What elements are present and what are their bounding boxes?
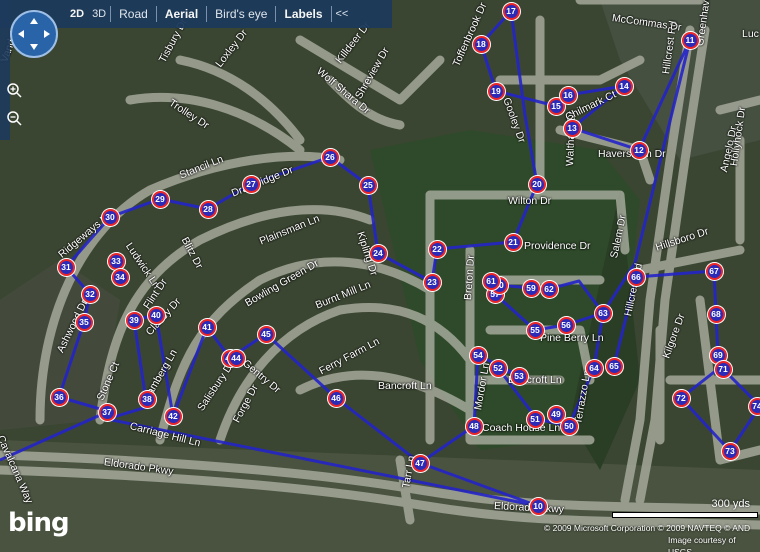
route-stop-pin[interactable]: 12 <box>630 141 648 159</box>
route-stop-pin[interactable]: 40 <box>147 306 165 324</box>
pan-arrows-icon <box>18 18 50 50</box>
bing-logo: bing <box>8 508 70 538</box>
labels-toggle[interactable]: Labels <box>276 7 330 21</box>
route-stop-pin[interactable]: 72 <box>672 389 690 407</box>
route-stop-pin[interactable]: 49 <box>547 405 565 423</box>
route-stop-pin[interactable]: 68 <box>707 305 725 323</box>
route-stop-pin[interactable]: 36 <box>50 388 68 406</box>
route-stop-pin[interactable]: 46 <box>327 389 345 407</box>
route-stop-pin[interactable]: 26 <box>321 148 339 166</box>
route-stop-pin[interactable]: 53 <box>510 367 528 385</box>
route-stop-pin[interactable]: 64 <box>585 359 603 377</box>
route-stop-pin[interactable]: 30 <box>101 208 119 226</box>
route-stop-pin[interactable]: 51 <box>526 410 544 428</box>
route-stop-pin[interactable]: 39 <box>125 311 143 329</box>
route-stop-pin[interactable]: 42 <box>164 407 182 425</box>
collapse-toolbar-button[interactable]: << <box>332 8 353 20</box>
route-stop-pin[interactable]: 10 <box>529 497 547 515</box>
view-3d-button[interactable]: 3D <box>88 8 110 20</box>
route-stop-pin[interactable]: 29 <box>151 190 169 208</box>
route-stop-pin[interactable]: 67 <box>705 262 723 280</box>
route-stop-pin[interactable]: 37 <box>98 403 116 421</box>
route-stop-pin[interactable]: 11 <box>681 31 699 49</box>
route-stop-pin[interactable]: 31 <box>57 258 75 276</box>
route-stop-pin[interactable]: 22 <box>428 240 446 258</box>
route-stop-pin[interactable]: 48 <box>465 417 483 435</box>
route-stop-pin[interactable]: 73 <box>721 442 739 460</box>
aerial-view-button[interactable]: Aerial <box>157 7 206 21</box>
route-stop-pin[interactable]: 21 <box>504 233 522 251</box>
route-stop-pin[interactable]: 35 <box>75 313 93 331</box>
road-view-button[interactable]: Road <box>111 7 156 21</box>
map-canvas[interactable]: Tisbury Dr Loxley Dr Trolley Dr Stancil … <box>0 0 760 552</box>
zoom-out-icon <box>7 111 22 126</box>
zoom-in-button[interactable] <box>2 78 26 102</box>
scale-label: 300 yds <box>711 498 750 510</box>
route-stop-pin[interactable]: 44 <box>227 349 245 367</box>
route-stop-pin[interactable]: 74 <box>748 397 760 415</box>
route-stop-pin[interactable]: 55 <box>526 321 544 339</box>
route-stop-pin[interactable]: 63 <box>594 304 612 322</box>
zoom-out-button[interactable] <box>2 106 26 130</box>
route-stop-pin[interactable]: 47 <box>411 454 429 472</box>
route-stop-pin[interactable]: 56 <box>557 316 575 334</box>
scale-bar: 300 yds <box>612 498 758 518</box>
route-stop-pin[interactable]: 33 <box>107 252 125 270</box>
route-stop-pin[interactable]: 17 <box>502 2 520 20</box>
route-stop-pin[interactable]: 61 <box>482 272 500 290</box>
route-stop-pin[interactable]: 25 <box>359 176 377 194</box>
birds-eye-button[interactable]: Bird's eye <box>207 7 275 21</box>
route-stop-pin[interactable]: 62 <box>540 280 558 298</box>
view-2d-button[interactable]: 2D <box>66 8 88 20</box>
route-stop-pin[interactable]: 32 <box>81 285 99 303</box>
route-stop-pin[interactable]: 28 <box>199 200 217 218</box>
route-stop-pin[interactable]: 24 <box>369 244 387 262</box>
navigation-control <box>0 0 62 140</box>
route-stop-pin[interactable]: 27 <box>242 175 260 193</box>
route-stop-pin[interactable]: 50 <box>560 417 578 435</box>
route-stop-pin[interactable]: 13 <box>563 119 581 137</box>
route-stop-pin[interactable]: 71 <box>714 360 732 378</box>
pan-control[interactable] <box>10 10 58 58</box>
route-stop-pin[interactable]: 66 <box>627 268 645 286</box>
copyright-line: © 2009 Microsoft Corporation © 2009 NAVT… <box>544 523 751 533</box>
imagery-credit: Image courtesy of USGS <box>668 535 736 552</box>
route-stop-pin[interactable]: 45 <box>257 325 275 343</box>
route-stop-pin[interactable]: 34 <box>111 268 129 286</box>
route-stop-pin[interactable]: 14 <box>615 77 633 95</box>
route-stop-pin[interactable]: 52 <box>489 359 507 377</box>
route-stop-pin[interactable]: 18 <box>472 35 490 53</box>
scale-line <box>612 512 758 518</box>
route-stop-pin[interactable]: 59 <box>522 279 540 297</box>
route-stop-pin[interactable]: 38 <box>138 390 156 408</box>
route-stop-pin[interactable]: 20 <box>528 175 546 193</box>
route-stop-pin[interactable]: 19 <box>487 82 505 100</box>
route-stop-pin[interactable]: 54 <box>469 346 487 364</box>
zoom-in-icon <box>7 83 22 98</box>
route-stop-pin[interactable]: 41 <box>198 318 216 336</box>
route-stop-pin[interactable]: 65 <box>605 357 623 375</box>
copyright-notice: © 2009 Microsoft Corporation © 2009 NAVT… <box>544 522 758 552</box>
route-stop-pin[interactable]: 16 <box>559 86 577 104</box>
route-stop-pin[interactable]: 23 <box>423 273 441 291</box>
